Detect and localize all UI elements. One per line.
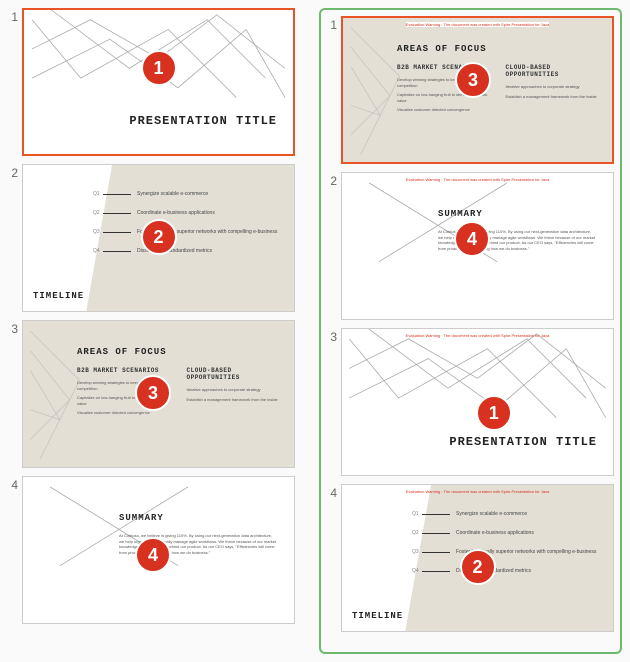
slide-thumbnail-areas[interactable]: Evaluation Warning : The document was cr…: [341, 16, 614, 164]
order-badge: 3: [135, 375, 171, 411]
geometric-lines-icon: [342, 329, 613, 475]
slide-number: 2: [327, 172, 337, 188]
slide-thumbnail-summary[interactable]: Evaluation Warning : The document was cr…: [341, 172, 614, 320]
slide-row: 4 Evaluation Warning : The document was …: [327, 484, 614, 632]
timeline-heading: TIMELINE: [352, 611, 403, 621]
slide-row: 3 Evaluation Warning : The document was …: [327, 328, 614, 476]
left-slides-panel: 1 PRESENTATION TITLE 1 2 Q1Synergize sca…: [8, 8, 295, 654]
slide-thumbnail-title[interactable]: PRESENTATION TITLE 1: [22, 8, 295, 156]
slide-row: 4 SUMMARY At Contoso, we believe in givi…: [8, 476, 295, 624]
slide-row: 1 Evaluation Warning : The document was …: [327, 16, 614, 164]
evaluation-warning: Evaluation Warning : The document was cr…: [383, 22, 572, 27]
presentation-title-text: PRESENTATION TITLE: [129, 114, 277, 128]
summary-heading: SUMMARY: [119, 513, 164, 523]
slide-row: 3 AREAS OF FOCUS B2B MARKET SCENARIOS De…: [8, 320, 295, 468]
areas-heading: AREAS OF FOCUS: [77, 347, 167, 357]
slide-row: 2 Q1Synergize scalable e-commerce Q2Coor…: [8, 164, 295, 312]
order-badge: 2: [141, 219, 177, 255]
right-slides-panel: 1 Evaluation Warning : The document was …: [319, 8, 622, 654]
order-badge: 1: [476, 395, 512, 431]
slide-thumbnail-timeline[interactable]: Evaluation Warning : The document was cr…: [341, 484, 614, 632]
order-badge: 1: [141, 50, 177, 86]
evaluation-warning: Evaluation Warning : The document was cr…: [382, 177, 573, 182]
slide-number: 2: [8, 164, 18, 180]
slide-number: 1: [8, 8, 18, 24]
timeline-heading: TIMELINE: [33, 291, 84, 301]
slide-thumbnail-areas[interactable]: AREAS OF FOCUS B2B MARKET SCENARIOS Deve…: [22, 320, 295, 468]
summary-heading: SUMMARY: [438, 209, 483, 219]
timeline-items: Q1Synergize scalable e-commerce Q2Coordi…: [412, 511, 603, 587]
evaluation-warning: Evaluation Warning : The document was cr…: [382, 333, 573, 338]
slide-number: 4: [8, 476, 18, 492]
slide-thumbnail-timeline[interactable]: Q1Synergize scalable e-commerce Q2Coordi…: [22, 164, 295, 312]
areas-columns: B2B MARKET SCENARIOS Develop winning str…: [77, 367, 280, 420]
slide-number: 3: [327, 328, 337, 344]
order-badge: 4: [454, 221, 490, 257]
slide-thumbnail-summary[interactable]: SUMMARY At Contoso, we believe in giving…: [22, 476, 295, 624]
slide-row: 2 Evaluation Warning : The document was …: [327, 172, 614, 320]
areas-columns: B2B MARKET SCENARIOS Develop winning str…: [397, 64, 598, 117]
order-badge: 3: [455, 62, 491, 98]
order-badge: 4: [135, 537, 171, 573]
slide-number: 1: [327, 16, 337, 32]
slide-number: 4: [327, 484, 337, 500]
presentation-title-text: PRESENTATION TITLE: [449, 435, 597, 449]
order-badge: 2: [460, 549, 496, 585]
evaluation-warning: Evaluation Warning : The document was cr…: [382, 489, 573, 494]
timeline-items: Q1Synergize scalable e-commerce Q2Coordi…: [93, 191, 284, 267]
slide-row: 1 PRESENTATION TITLE 1: [8, 8, 295, 156]
areas-heading: AREAS OF FOCUS: [397, 44, 487, 54]
slide-thumbnail-title[interactable]: Evaluation Warning : The document was cr…: [341, 328, 614, 476]
slide-number: 3: [8, 320, 18, 336]
